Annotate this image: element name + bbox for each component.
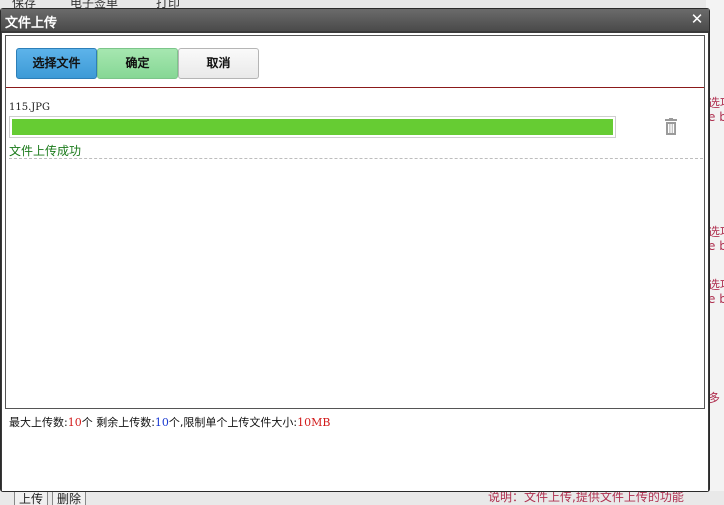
upload-panel: 选择文件 确定 取消 115.JPG 文件上传成功	[5, 35, 705, 409]
background-bottom-bar: 上传 删除 说明：文件上传,提供文件上传的功能	[0, 491, 724, 505]
file-upload-dialog: 文件上传 ✕ 选择文件 确定 取消 115.JPG 文件上传成功 最大上传数:1…	[0, 8, 710, 492]
remaining-upload-label: 剩余上传数:	[92, 416, 155, 429]
background-fragment: 选项	[708, 278, 724, 292]
upload-status: 文件上传成功	[9, 144, 82, 158]
remaining-upload-unit: 个	[168, 416, 180, 429]
max-upload-label: 最大上传数:	[9, 416, 68, 429]
button-bar: 选择文件 确定 取消	[6, 36, 704, 88]
e-sign-toolbar-item[interactable]: 电子签单	[70, 0, 118, 8]
dialog-titlebar[interactable]: 文件上传 ✕	[1, 9, 709, 31]
trash-icon[interactable]	[663, 118, 679, 136]
max-upload-value: 10	[67, 416, 82, 429]
cancel-button[interactable]: 取消	[178, 48, 259, 79]
background-fragment: e b	[708, 239, 724, 253]
confirm-button[interactable]: 确定	[97, 48, 178, 79]
remaining-upload-value: 10	[154, 416, 169, 429]
file-name: 115.JPG	[9, 102, 50, 113]
file-list-item: 115.JPG 文件上传成功	[9, 102, 703, 159]
close-icon[interactable]: ✕	[689, 11, 705, 27]
background-fragment: 选项	[708, 96, 724, 110]
select-file-button[interactable]: 选择文件	[16, 48, 97, 79]
dialog-title: 文件上传	[5, 16, 58, 31]
background-toolbar: 保存 电子签单 打印	[0, 0, 724, 8]
upload-limits: 最大上传数:10个 剩余上传数:10个,限制单个上传文件大小:10MB	[9, 414, 330, 430]
background-note: 说明：文件上传,提供文件上传的功能	[488, 491, 684, 504]
background-upload-button[interactable]: 上传	[14, 491, 49, 505]
size-limit-label: ,限制单个上传文件大小:	[179, 416, 298, 429]
background-fragment: e b	[708, 292, 724, 306]
dialog-content: 选择文件 确定 取消 115.JPG 文件上传成功 最大上传数:10个 剩余上传…	[2, 33, 708, 491]
max-upload-unit: 个	[81, 416, 93, 429]
size-limit-value: 10MB	[297, 416, 331, 429]
save-toolbar-item[interactable]: 保存	[12, 0, 36, 8]
upload-progress-bar	[9, 116, 616, 138]
upload-progress-fill	[12, 119, 613, 135]
background-fragment: e b	[708, 110, 724, 124]
background-delete-button[interactable]: 删除	[52, 491, 87, 505]
print-toolbar-item[interactable]: 打印	[156, 0, 180, 8]
background-fragment: 选项	[708, 225, 724, 239]
